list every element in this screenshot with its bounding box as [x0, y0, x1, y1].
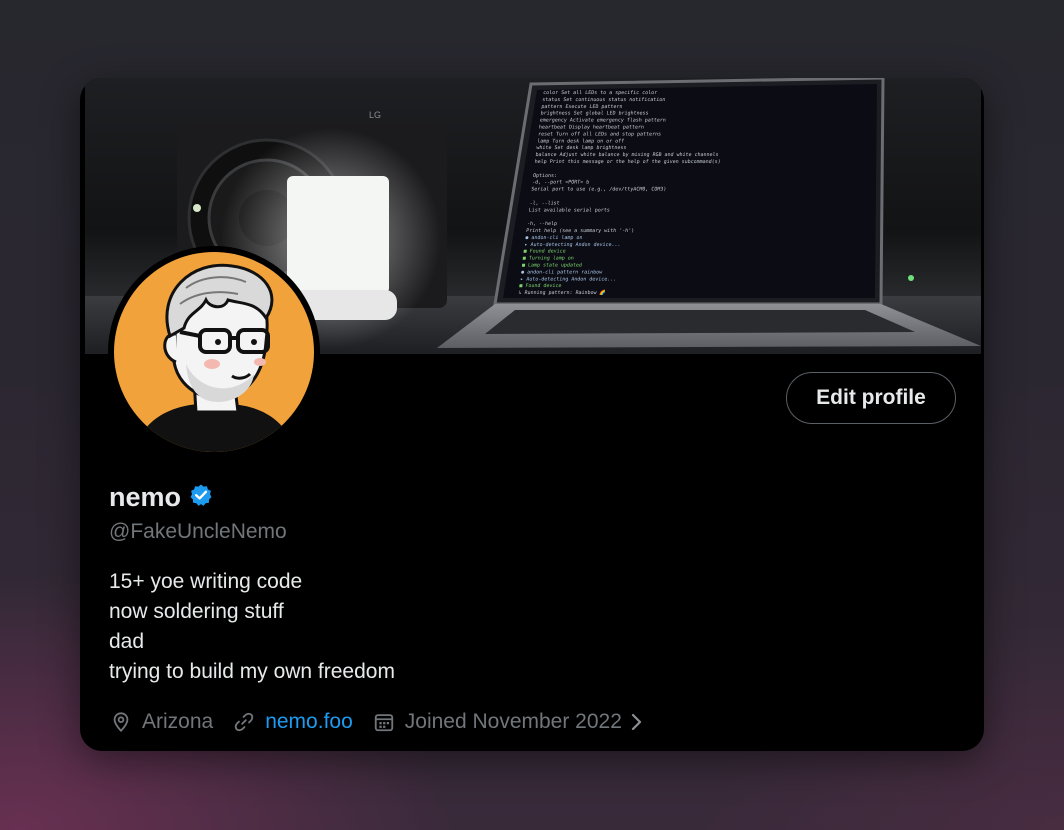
terminal-line: ■ Found device — [519, 283, 562, 289]
profile-avatar[interactable] — [108, 246, 320, 458]
terminal-line: -h, --help — [527, 221, 558, 227]
terminal-line: white Set desk lamp brightness — [536, 145, 627, 151]
terminal-line: ■ Lamp state updated — [522, 263, 583, 269]
bio-line: now soldering stuff — [109, 600, 284, 623]
terminal-line: List available serial ports — [528, 207, 610, 213]
terminal-line: status Set continuous status notificatio… — [542, 97, 666, 103]
profile-name-row: nemo — [109, 482, 213, 513]
profile-meta: Arizona nemo.foo Joined November 2022 — [110, 707, 644, 737]
terminal-line: reset Turn off all LEDs and stop pattern… — [538, 131, 662, 137]
profile-card: LG color Set all LEDs to a specific colo… — [80, 78, 984, 751]
display-name: nemo — [109, 482, 182, 512]
profile-handle: @FakeUncleNemo — [109, 520, 287, 543]
link-icon — [235, 712, 254, 732]
terminal-line: color Set all LEDs to a specific color — [543, 90, 658, 96]
profile-location: Arizona — [110, 710, 213, 734]
calendar-icon — [374, 714, 393, 732]
location-text: Arizona — [142, 710, 214, 733]
location-pin-icon — [113, 712, 129, 733]
joined-text: Joined November 2022 — [404, 710, 622, 733]
terminal-line: ▸ Auto-detecting Andon device... — [524, 242, 621, 248]
terminal-line: emergency Activate emergency flash patte… — [539, 118, 666, 124]
terminal-line: help Print this message or the help of t… — [534, 159, 721, 165]
terminal-line: lamp Turn desk lamp on or off — [537, 138, 625, 144]
terminal-line: balance Adjust white balance by mixing R… — [535, 152, 719, 158]
terminal-line: Serial port to use (e.g., /dev/ttyACM0, … — [531, 187, 667, 193]
verified-badge-icon[interactable] — [189, 483, 213, 512]
terminal-line: -d, --port <PORT> b — [532, 180, 590, 186]
profile-joined: Joined November 2022 — [373, 710, 622, 734]
status-led — [908, 275, 914, 281]
terminal-line: brightness Set global LED brightness — [540, 111, 649, 117]
website-link[interactable]: nemo.foo — [265, 710, 353, 734]
profile-bio: 15+ yoe writing code now soldering stuff… — [109, 567, 395, 687]
profile-website: nemo.foo — [233, 710, 353, 734]
terminal-line: ↳ Running pattern: Rainbow 🌈 — [518, 289, 606, 296]
svg-text:LG: LG — [369, 110, 381, 120]
avatar-illustration — [134, 263, 296, 452]
terminal-line: -l, --list — [529, 200, 560, 206]
terminal-line: heartbeat Display heartbeat pattern — [539, 125, 645, 131]
terminal-line: ■ Found device — [523, 249, 566, 255]
terminal-line: Print help (see a summary with '-h') — [526, 228, 635, 234]
terminal-line: pattern Execute LED pattern — [541, 104, 623, 110]
chevron-right-icon[interactable] — [630, 711, 644, 733]
terminal-line: Options: — [533, 173, 558, 179]
bio-line: dad — [109, 630, 145, 653]
bio-line: trying to build my own freedom — [109, 660, 395, 683]
terminal-line: ● andon-cli lamp on — [525, 235, 583, 241]
terminal-line: ● andon-cli pattern rainbow — [521, 269, 604, 275]
terminal-line: ■ Turning lamp on — [522, 256, 574, 262]
bio-line: 15+ yoe writing code — [109, 570, 303, 593]
terminal-line: ▸ Auto-detecting Andon device... — [520, 276, 617, 282]
edit-profile-button[interactable]: Edit profile — [786, 372, 956, 424]
